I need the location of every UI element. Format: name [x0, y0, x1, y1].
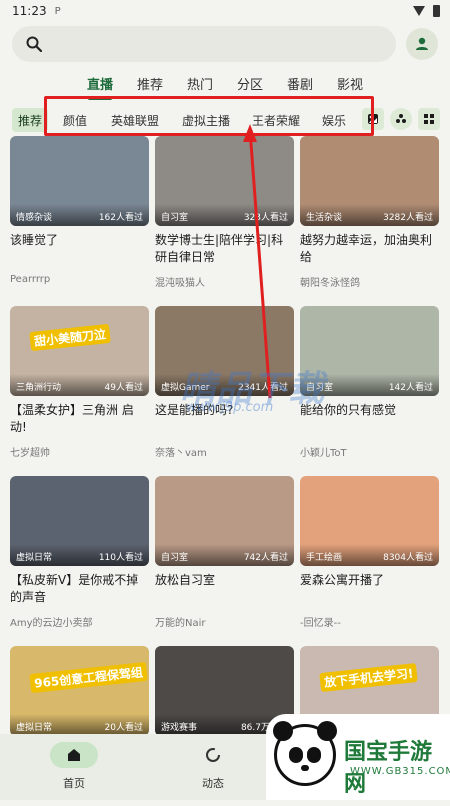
thumbnail-caption: 甜小美随刀泣 [29, 323, 111, 352]
annotation-highlight-box [44, 96, 374, 136]
search-input[interactable] [52, 36, 396, 52]
battery-icon [433, 5, 440, 17]
card-category: 自习室 [161, 213, 189, 223]
grid-menu-icon[interactable] [418, 108, 440, 130]
wifi-icon [413, 6, 425, 16]
card-category: 自习室 [161, 553, 189, 563]
live-thumbnail: 生活杂谈 3282人看过 [300, 136, 439, 226]
search-icon [26, 36, 42, 52]
card-title: 数学博士生|陪伴学习|科研自律日常 [155, 233, 284, 264]
status-time: 11:23 [12, 4, 47, 18]
nav-home-label: 首页 [63, 777, 85, 790]
live-card[interactable]: 虚拟日常 110人看过【私皮新V】是你戒不掉的声音 Amy的云边小卖部 [10, 476, 149, 636]
card-category: 游戏赛事 [161, 723, 198, 733]
live-thumbnail: 手工绘画 8304人看过 [300, 476, 439, 566]
live-card[interactable]: 情感杂谈 162人看过该睡觉了 Pearrrrp [10, 136, 149, 296]
card-streamer-name: Amy的云边小卖部 [10, 618, 93, 629]
card-streamer-name: 混沌吸猫人 [155, 278, 205, 289]
live-card[interactable]: 自习室 742人看过放松自习室万能的Nair [155, 476, 294, 636]
dynamic-icon [205, 742, 221, 768]
card-category: 情感杂谈 [16, 213, 53, 223]
card-title: 【温柔女护】三角洲 启动! [10, 403, 134, 434]
live-thumbnail: 自习室 742人看过 [155, 476, 294, 566]
carrier-icon: P [54, 5, 61, 17]
sub-category-recommend[interactable]: 推荐 [12, 108, 49, 132]
card-category: 虚拟日常 [16, 553, 53, 563]
card-category: 生活杂谈 [306, 213, 343, 223]
card-viewer-count: 742人看过 [243, 553, 288, 563]
nav-home[interactable]: 首页 [50, 742, 98, 791]
brand-watermark: 国宝手游网 WWW.GB315.COM [266, 714, 450, 800]
card-streamer-name: 奈落丶vam [155, 448, 207, 459]
home-icon [50, 742, 98, 768]
profile-button[interactable] [406, 28, 438, 60]
live-thumbnail: 自习室 323人看过 [155, 136, 294, 226]
nav-dynamic-label: 动态 [202, 777, 224, 790]
card-category: 三角洲行动 [16, 383, 62, 393]
card-title: 该睡觉了 [10, 233, 59, 247]
card-viewer-count: 110人看过 [98, 553, 143, 563]
game-icon[interactable] [390, 108, 412, 130]
thumbnail-caption: 放下手机去学习! [319, 662, 419, 693]
brand-url: WWW.GB315.COM [350, 766, 450, 777]
person-icon [416, 37, 428, 50]
nav-dynamic[interactable]: 动态 [202, 742, 224, 791]
card-category: 手工绘画 [306, 553, 343, 563]
card-streamer-name: 七岁超帅 [10, 448, 50, 459]
card-title: 放松自习室 [155, 573, 216, 587]
card-streamer-name: 朝阳冬泳怪鸽 [300, 278, 360, 289]
card-category: 虚拟日常 [16, 723, 53, 733]
live-card[interactable]: 生活杂谈 3282人看过越努力越幸运，加油奥利给朝阳冬泳怪鸽 [300, 136, 439, 296]
card-viewer-count: 142人看过 [388, 383, 433, 393]
live-thumbnail: 965创意工程保驾组虚拟日常 20人看过 [10, 646, 149, 736]
watermark-url: www.j9p.com [186, 400, 274, 415]
thumbnail-caption: 965创意工程保驾组 [29, 661, 148, 694]
card-streamer-name: 万能的Nair [155, 618, 206, 629]
panda-logo-icon [273, 721, 337, 786]
card-viewer-count: 162人看过 [98, 213, 143, 223]
card-title: 越努力越幸运，加油奥利给 [300, 233, 433, 264]
live-card[interactable]: 甜小美随刀泣三角洲行动 49人看过【温柔女护】三角洲 启动! 七岁超帅 [10, 306, 149, 466]
card-title: 爱森公寓开播了 [300, 573, 385, 587]
card-viewer-count: 49人看过 [104, 383, 143, 393]
live-thumbnail: 虚拟日常 110人看过 [10, 476, 149, 566]
card-viewer-count: 20人看过 [104, 723, 143, 733]
card-title: 【私皮新V】是你戒不掉的声音 [10, 573, 139, 604]
live-card-grid: 情感杂谈 162人看过该睡觉了 Pearrrrp 自习室 323人看过数学博士生|陪伴学… [10, 136, 440, 806]
search-bar[interactable] [12, 26, 396, 62]
live-thumbnail: 甜小美随刀泣三角洲行动 49人看过 [10, 306, 149, 396]
card-streamer-name: -回忆录-- [300, 618, 341, 629]
status-bar: 11:23 P [0, 0, 450, 22]
card-streamer-name: Pearrrrp [10, 274, 51, 285]
live-card[interactable]: 手工绘画 8304人看过爱森公寓开播了 -回忆录-- [300, 476, 439, 636]
card-viewer-count: 3282人看过 [383, 213, 433, 223]
live-thumbnail: 情感杂谈 162人看过 [10, 136, 149, 226]
live-card[interactable]: 自习室 323人看过数学博士生|陪伴学习|科研自律日常混沌吸猫人 [155, 136, 294, 296]
card-viewer-count: 323人看过 [243, 213, 288, 223]
card-viewer-count: 8304人看过 [383, 553, 433, 563]
card-streamer-name: 小颖儿ToT [300, 448, 347, 459]
